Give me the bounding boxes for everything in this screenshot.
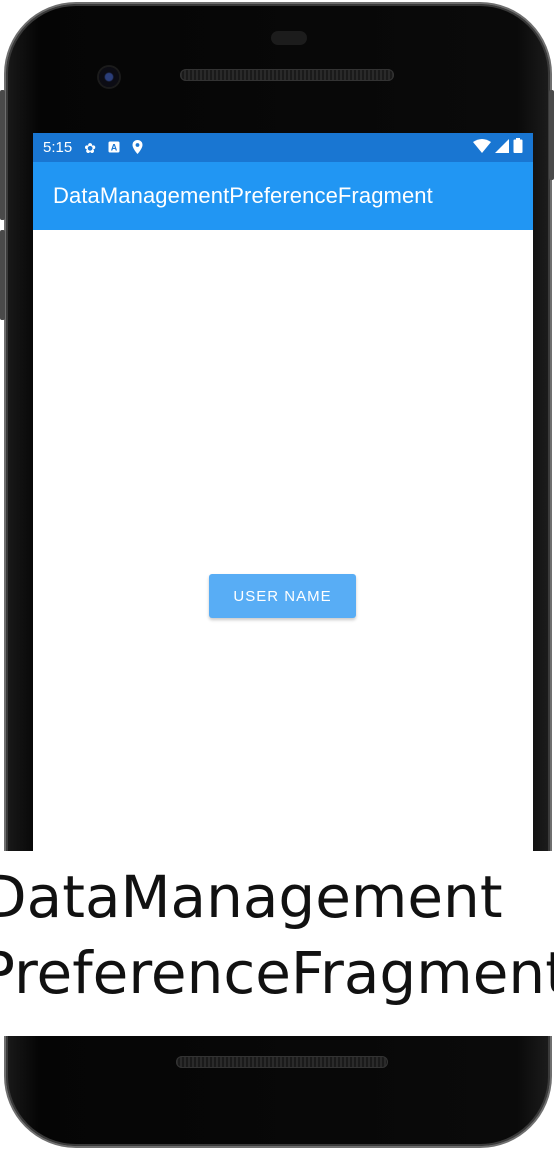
a-icon: A bbox=[108, 141, 120, 155]
status-bar: 5:15 ✿ A bbox=[33, 133, 533, 162]
status-right-icons bbox=[473, 138, 523, 157]
signal-icon bbox=[495, 138, 509, 157]
caption-line-1: DataManagement bbox=[0, 863, 503, 931]
location-icon bbox=[132, 139, 143, 156]
battery-icon bbox=[513, 138, 523, 157]
app-title: DataManagementPreferenceFragment bbox=[53, 183, 433, 208]
app-bar: DataManagementPreferenceFragment bbox=[33, 162, 533, 230]
caption-line-2: PreferenceFragment bbox=[0, 939, 554, 1007]
status-time: 5:15 bbox=[43, 139, 73, 156]
device-screen: 5:15 ✿ A DataManagementPreferenceFragmen… bbox=[33, 133, 533, 853]
bottom-speaker-grille bbox=[176, 1056, 388, 1068]
side-button-right bbox=[549, 90, 554, 180]
side-button-left-lower bbox=[0, 230, 5, 320]
svg-text:A: A bbox=[111, 142, 118, 152]
camera-icon bbox=[99, 67, 119, 87]
earpiece bbox=[271, 31, 307, 45]
user-name-button[interactable]: USER NAME bbox=[209, 574, 356, 618]
top-speaker-grille bbox=[180, 69, 394, 81]
wifi-icon bbox=[473, 138, 491, 157]
side-button-left-upper bbox=[0, 90, 5, 220]
gear-icon: ✿ bbox=[84, 139, 96, 156]
caption-overlay: DataManagement PreferenceFragment bbox=[0, 851, 554, 1036]
